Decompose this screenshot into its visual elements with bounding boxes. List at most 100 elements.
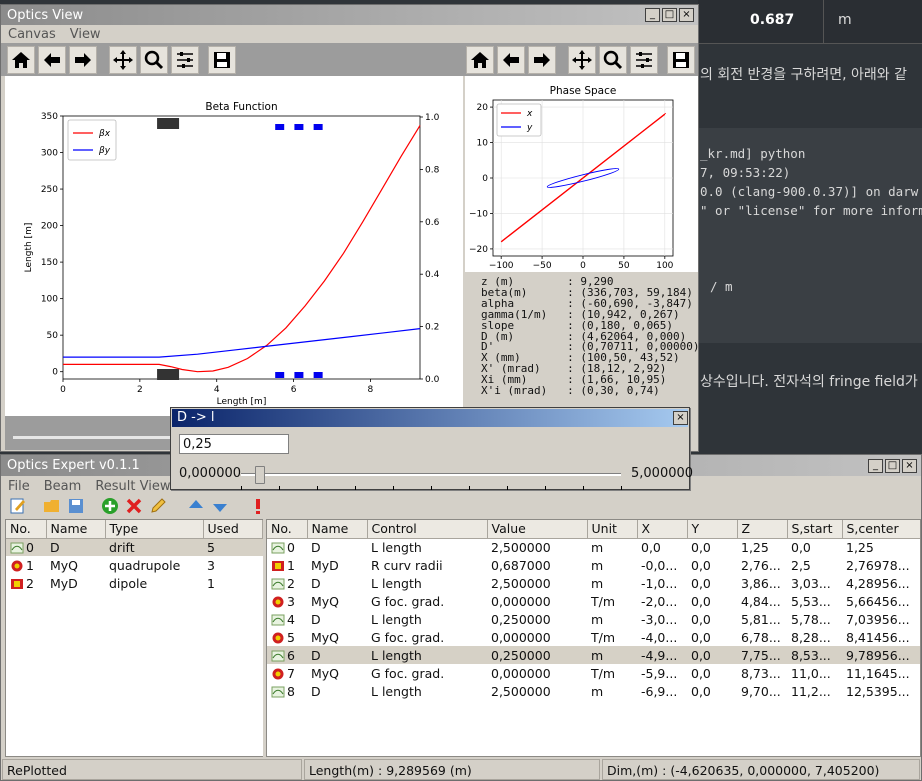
back-arrow-icon[interactable]	[38, 46, 66, 74]
row-value[interactable]: 0,250000	[487, 610, 587, 628]
save-icon[interactable]	[208, 46, 236, 74]
quad-marker-top-2	[313, 124, 323, 130]
col-x[interactable]: X	[637, 520, 688, 539]
row-x: -4,0...	[641, 629, 678, 645]
pan-icon[interactable]	[109, 46, 137, 74]
warning-icon[interactable]	[253, 497, 263, 519]
menu-beam[interactable]: Beam	[44, 479, 82, 494]
code-line-0: _kr.md] python	[700, 146, 806, 161]
row-y: 0,0	[691, 629, 711, 645]
row-value[interactable]: 0,000000	[487, 592, 587, 610]
beta-scrollbar[interactable]	[13, 436, 193, 439]
back-arrow-icon[interactable]	[497, 46, 525, 74]
col-type[interactable]: Type	[105, 520, 204, 539]
row-control: L length	[371, 683, 422, 699]
dialog-slider-track[interactable]	[241, 473, 621, 476]
close-button[interactable]: ×	[679, 8, 694, 22]
y-tick-label-0: 0	[52, 368, 58, 378]
row-type: quadrupole	[109, 557, 181, 573]
row-type: drift	[105, 538, 203, 556]
row-value[interactable]: 0,000000	[487, 664, 587, 682]
maximize-button[interactable]: □	[885, 458, 900, 473]
edit-icon[interactable]	[9, 497, 27, 519]
col-unit[interactable]: Unit	[587, 520, 638, 539]
dialog-value-input[interactable]: 0,25	[179, 434, 289, 454]
pencil-icon[interactable]	[149, 497, 167, 519]
phase-xtick-label-3: 50	[618, 261, 630, 271]
col-z[interactable]: Z	[737, 520, 788, 539]
row-no: 2	[6, 574, 46, 592]
move-up-icon[interactable]	[187, 497, 205, 519]
row-value[interactable]: 2,500000	[487, 538, 587, 556]
slider-tick	[545, 486, 546, 490]
col-control[interactable]: Control	[367, 520, 488, 539]
table-row[interactable]: 2 MyD dipole 1	[6, 574, 263, 592]
menu-result-view[interactable]: Result View	[95, 479, 170, 494]
row-value[interactable]: 2,500000	[487, 574, 587, 592]
table-row[interactable]: 5 MyQ G foc. grad. 0,000000 T/m -4,0... 0,0 6,7…	[267, 628, 920, 646]
configure-subplots-icon[interactable]	[630, 46, 658, 74]
beta-plot-canvas[interactable]: 0 2 4 6 8 0 50 100 150 200 250 300 350 0.0 0.2 0.4 0.6 0.…	[5, 76, 463, 416]
col-name[interactable]: Name	[307, 520, 368, 539]
row-s-center: 11,1645...	[846, 665, 910, 681]
code-line-3: " or "license" for more inform	[700, 203, 922, 218]
dipole-marker-top	[157, 118, 180, 129]
configure-subplots-icon[interactable]	[171, 46, 199, 74]
table-row[interactable]: 8D L length 2,500000 m -6,9... 0,0 9,70... 11,2…	[267, 682, 920, 700]
row-control: G foc. grad.	[371, 593, 445, 609]
col-name[interactable]: Name	[46, 520, 106, 539]
delete-icon[interactable]	[125, 497, 143, 519]
menu-view[interactable]: View	[70, 27, 101, 42]
maximize-button[interactable]: □	[662, 8, 677, 22]
forward-arrow-icon[interactable]	[69, 46, 97, 74]
zoom-icon[interactable]	[599, 46, 627, 74]
row-value[interactable]: 2,500000	[487, 682, 587, 700]
dialog-slider-thumb[interactable]	[255, 466, 265, 484]
zoom-icon[interactable]	[140, 46, 168, 74]
table-row[interactable]: 1 MyQ quadrupole 3	[6, 556, 263, 574]
dialog-close-button[interactable]: ×	[673, 411, 688, 425]
row-no-text: 4	[287, 611, 295, 627]
table-row[interactable]: 0D L length 2,500000 m 0,0 0,0 1,25 0,0 1,25	[267, 538, 920, 556]
col-s-center[interactable]: S,center	[842, 520, 920, 539]
phase-plot-canvas[interactable]: −100 −50 0 50 100 −20 −10 0 10 20 Phase Space x y	[465, 76, 698, 272]
col-value[interactable]: Value	[487, 520, 588, 539]
menu-canvas[interactable]: Canvas	[8, 27, 56, 42]
row-value[interactable]: 0,000000	[487, 628, 587, 646]
table-row[interactable]: 7 MyQ G foc. grad. 0,000000 T/m -5,9... 0,0 8,7…	[267, 664, 920, 682]
home-icon[interactable]	[466, 46, 494, 74]
status-length: Length(m) : 9,289569 (m)	[304, 759, 600, 780]
table-row[interactable]: 4D L length 0,250000 m -3,0... 0,0 5,81... 5,78…	[267, 610, 920, 628]
open-folder-icon[interactable]	[43, 497, 61, 519]
home-icon[interactable]	[7, 46, 35, 74]
move-down-icon[interactable]	[211, 497, 229, 519]
pan-icon[interactable]	[568, 46, 596, 74]
col-s-start[interactable]: S,start	[787, 520, 843, 539]
add-icon[interactable]	[101, 497, 119, 519]
table-row[interactable]: 1 MyD R curv radii 0,687000 m -0,0... 0,0 2,76.…	[267, 556, 920, 574]
beam-info-panel: z (m) : 9,290 beta(m) : (336,703, 59,184)…	[465, 272, 700, 412]
quad-marker-bottom-0	[275, 372, 285, 378]
optics-view-titlebar[interactable]: Optics View _ □ ×	[1, 5, 698, 25]
row-z: 8,73...	[741, 665, 781, 681]
menu-file[interactable]: File	[8, 479, 30, 494]
table-row[interactable]: 3 MyQ G foc. grad. 0,000000 T/m -2,0... 0,0 4,8…	[267, 592, 920, 610]
table-row[interactable]: 0 Ddrift 5	[6, 538, 263, 556]
col-no[interactable]: No.	[6, 520, 47, 539]
save-icon[interactable]	[667, 46, 695, 74]
col-y[interactable]: Y	[687, 520, 738, 539]
table-row[interactable]: 2D L length 2,500000 m -1,0... 0,0 3,86... 3,03…	[267, 574, 920, 592]
quadrupole-icon	[271, 666, 287, 681]
row-name: MyD	[311, 557, 339, 573]
row-value[interactable]: 0,687000	[487, 556, 587, 574]
minimize-button[interactable]: _	[645, 8, 660, 22]
close-button[interactable]: ×	[902, 458, 917, 473]
table-row[interactable]: 6DL length 0,250000 m -4,9... 0,0 7,75... 8,53…	[267, 646, 920, 664]
forward-arrow-icon[interactable]	[528, 46, 556, 74]
dialog-titlebar[interactable]: D -> l	[172, 409, 688, 427]
col-no[interactable]: No.	[267, 520, 308, 539]
col-used[interactable]: Used	[203, 520, 263, 539]
row-value[interactable]: 0,250000	[487, 646, 587, 664]
save-disk-icon[interactable]	[67, 497, 85, 519]
minimize-button[interactable]: _	[868, 458, 883, 473]
